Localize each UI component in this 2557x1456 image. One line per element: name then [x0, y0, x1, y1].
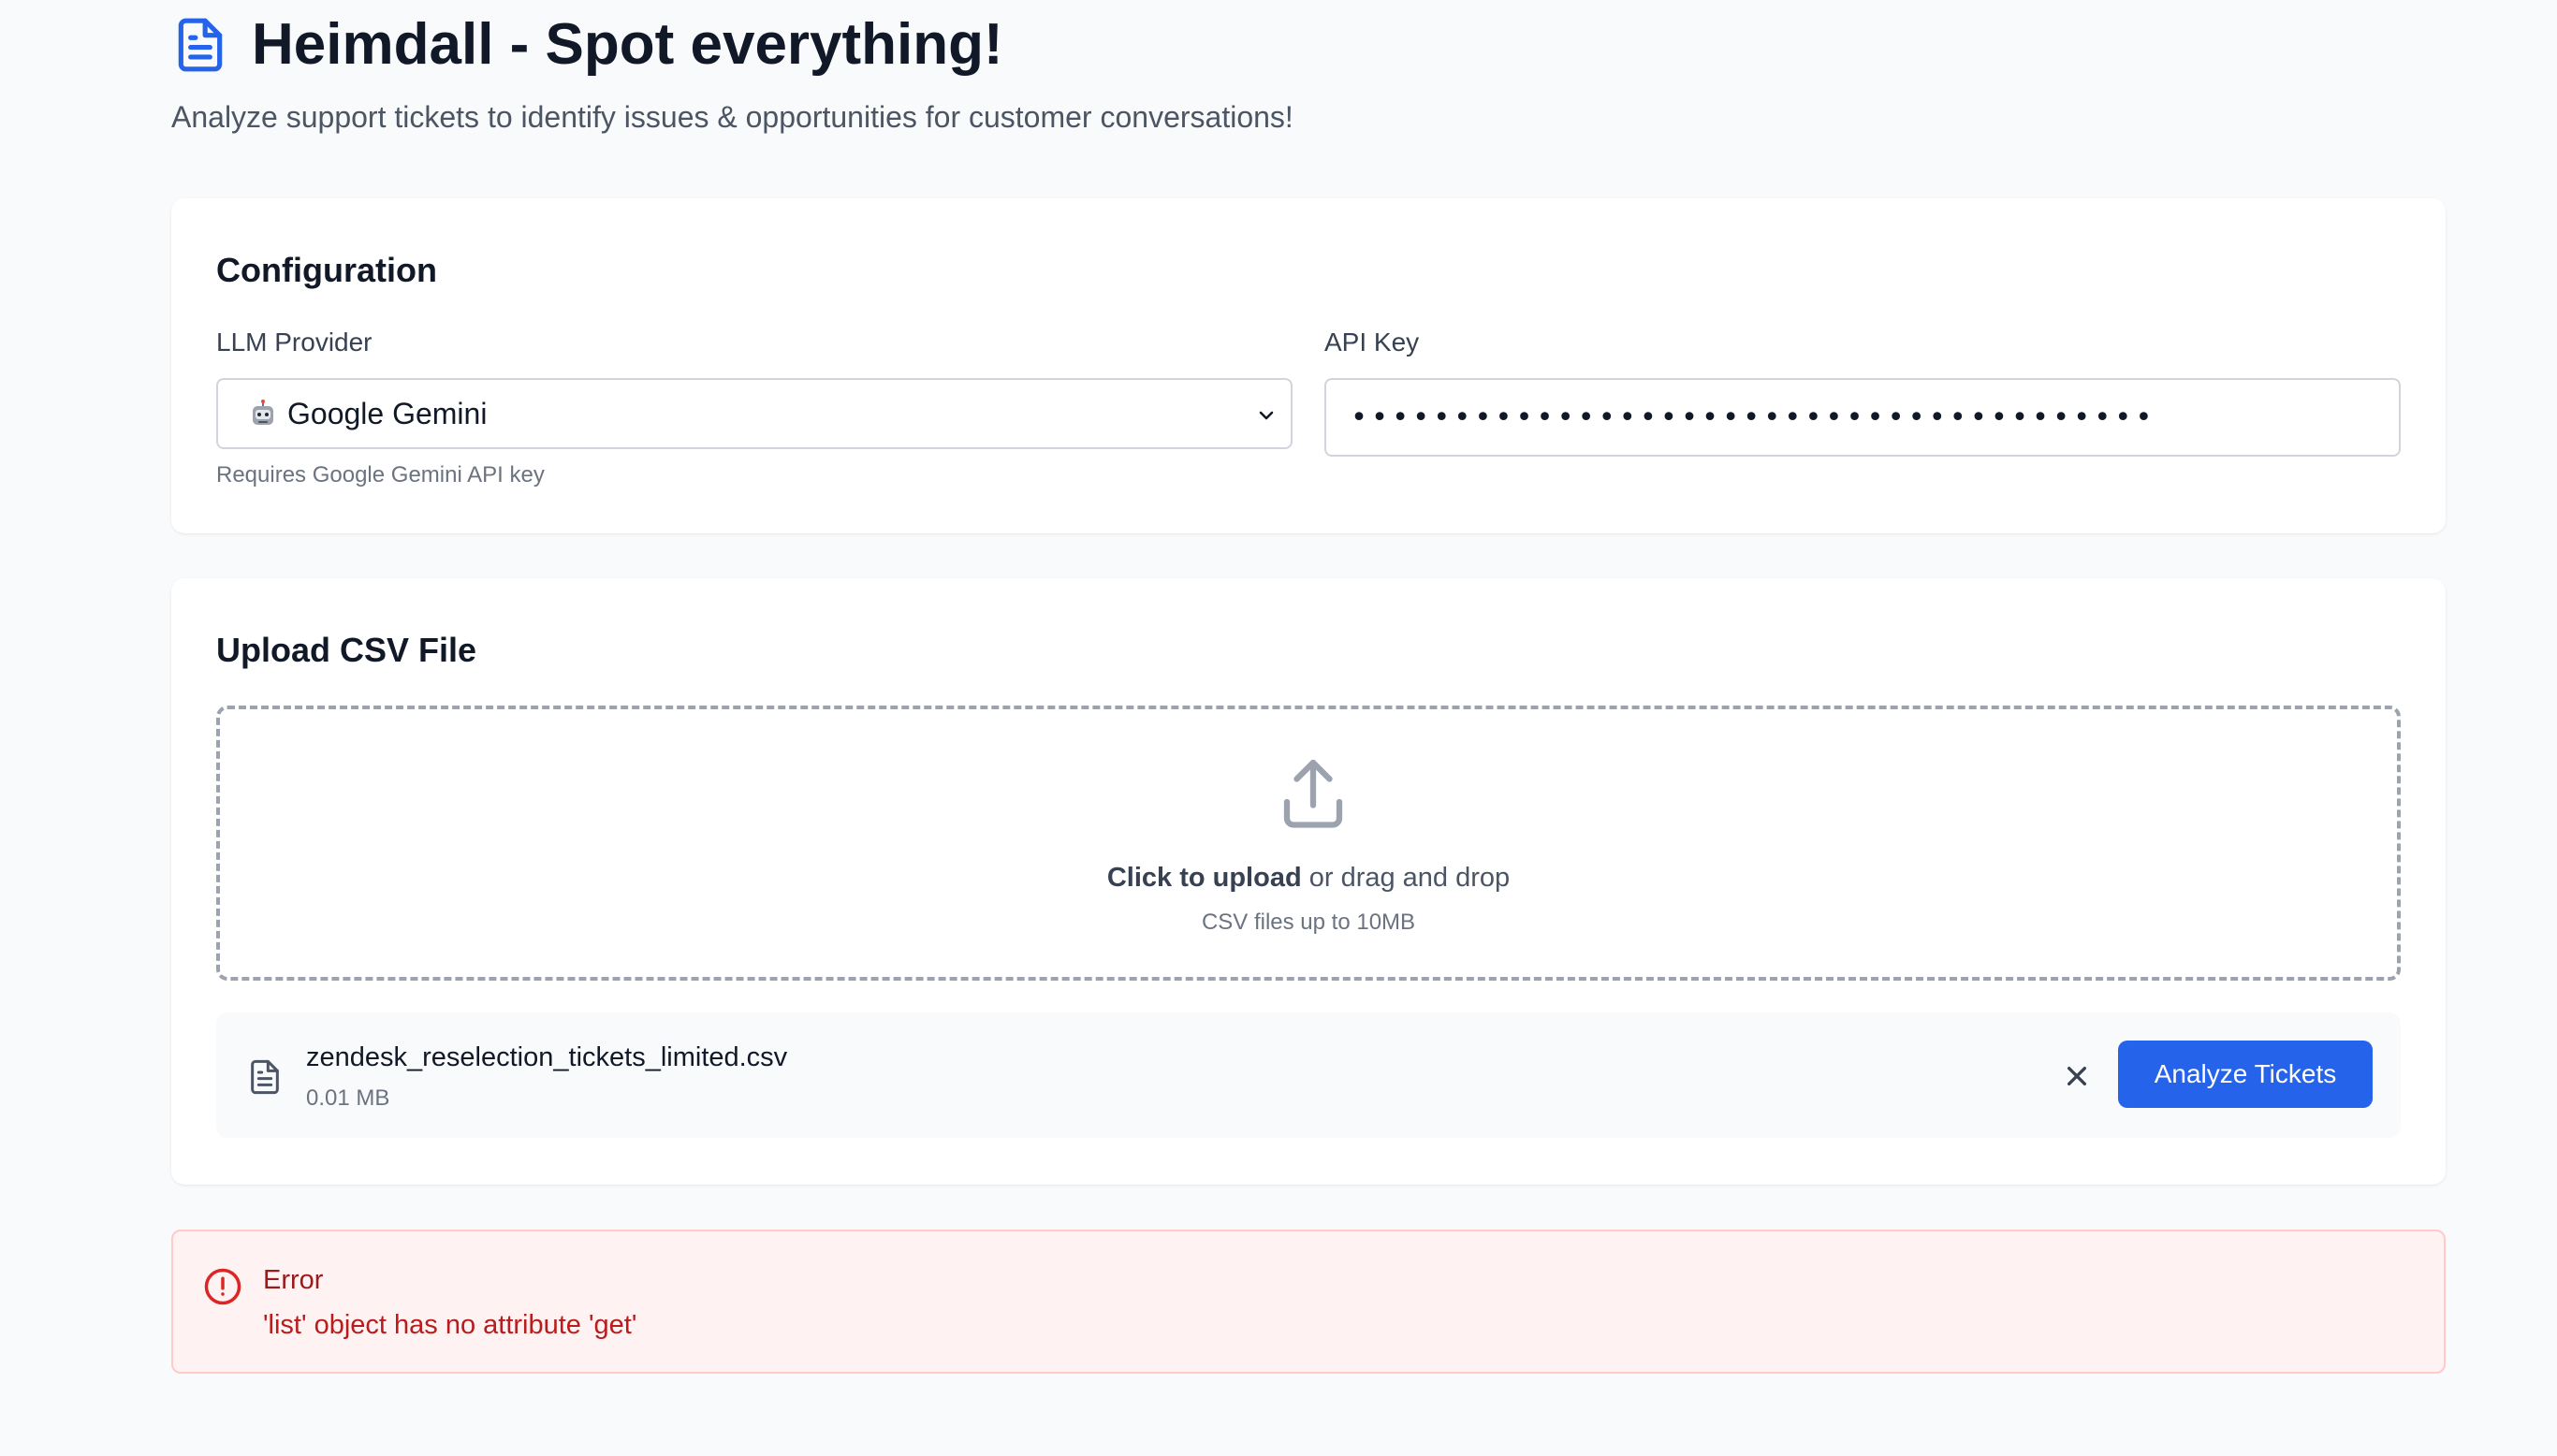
llm-provider-label: LLM Provider [216, 328, 373, 357]
dropzone-text: Click to upload or drag and drop [220, 863, 2397, 894]
configuration-title: Configuration [216, 251, 437, 289]
alert-circle-icon [203, 1267, 242, 1306]
selected-file-row: zendesk_reselection_tickets_limited.csv … [216, 1012, 2401, 1138]
llm-provider-value: Google Gemini [287, 396, 488, 430]
page-title: Heimdall - Spot everything! [252, 12, 1003, 77]
api-key-input[interactable] [1324, 378, 2401, 457]
analyze-tickets-button[interactable]: Analyze Tickets [2118, 1041, 2373, 1108]
page-header: Heimdall - Spot everything! Analyze supp… [171, 0, 2446, 197]
file-icon [246, 1057, 284, 1097]
dropzone-hint: CSV files up to 10MB [1201, 910, 1416, 935]
page-subtitle: Analyze support tickets to identify issu… [171, 100, 1293, 134]
file-size: 0.01 MB [306, 1085, 390, 1111]
page: Heimdall - Spot everything! Analyze supp… [171, 0, 2446, 1374]
remove-file-button[interactable] [2058, 1057, 2096, 1095]
click-to-upload-link[interactable]: Click to upload [1107, 863, 1302, 893]
error-title: Error [263, 1265, 324, 1295]
robot-icon [248, 399, 278, 429]
document-icon [171, 15, 229, 75]
drag-drop-text: or drag and drop [1301, 863, 1511, 893]
upload-title: Upload CSV File [216, 631, 477, 669]
error-alert: Error 'list' object has no attribute 'ge… [171, 1230, 2446, 1374]
upload-card: Upload CSV File Click to upload or drag … [171, 578, 2446, 1185]
api-key-label: API Key [1324, 328, 1420, 357]
llm-provider-select[interactable]: Google Gemini [216, 378, 1293, 449]
chevron-down-icon [1255, 404, 1278, 427]
upload-icon [1274, 756, 1352, 835]
file-dropzone[interactable]: Click to upload or drag and drop CSV fil… [216, 706, 2401, 981]
file-name: zendesk_reselection_tickets_limited.csv [306, 1042, 788, 1072]
configuration-card: Configuration LLM Provider Google Gemini [171, 198, 2446, 533]
close-icon [2058, 1067, 2096, 1098]
llm-provider-hint: Requires Google Gemini API key [216, 462, 545, 488]
error-message: 'list' object has no attribute 'get' [263, 1310, 637, 1340]
